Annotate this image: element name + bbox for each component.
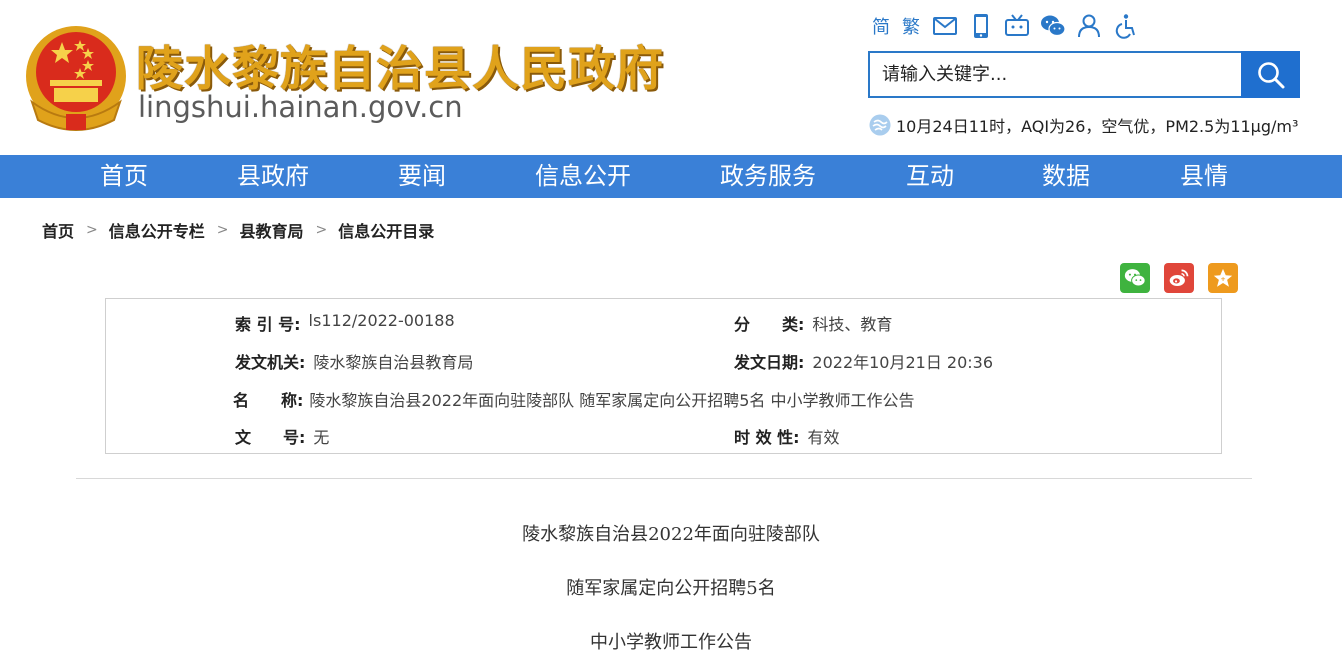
header-toolbar: 简 繁 bbox=[872, 12, 1148, 40]
search-input[interactable] bbox=[868, 51, 1241, 98]
issuer-label: 发文机关: bbox=[235, 353, 306, 372]
breadcrumb-home[interactable]: 首页 bbox=[42, 218, 74, 242]
accessibility-icon[interactable] bbox=[1112, 12, 1148, 40]
site-title: 陵水黎族自治县人民政府 bbox=[136, 42, 664, 97]
issue-date-row: 发文日期: 2022年10月21日 20:36 bbox=[734, 349, 993, 373]
nav-item-news[interactable]: 要闻 bbox=[398, 155, 446, 198]
nav-item-county-profile[interactable]: 县情 bbox=[1180, 155, 1228, 198]
document-name-label: 名 称: bbox=[233, 391, 304, 410]
article-title-line: 随军家属定向公开招聘5名 bbox=[566, 578, 776, 599]
star-icon: + bbox=[1213, 268, 1233, 287]
mail-icon[interactable] bbox=[932, 12, 968, 40]
category-row: 分 类: 科技、教育 bbox=[734, 311, 892, 335]
site-header: 陵水黎族自治县人民政府 lingshui.hainan.gov.cn 简 繁 请… bbox=[0, 0, 1342, 155]
user-icon[interactable] bbox=[1076, 12, 1112, 40]
breadcrumb-separator: > bbox=[216, 222, 229, 238]
article-title-line: 陵水黎族自治县2022年面向驻陵部队 bbox=[522, 524, 820, 545]
index-number-row: 索 引 号: ls112/2022-00188 bbox=[235, 311, 455, 335]
weibo-icon bbox=[1169, 269, 1189, 287]
search-button[interactable] bbox=[1241, 51, 1300, 98]
issue-date-value: 2022年10月21日 20:36 bbox=[812, 353, 994, 372]
svg-text:+: + bbox=[1220, 275, 1225, 283]
air-quality-info: 10月24日11时，AQI为26，空气优，PM2.5为11μg/m³ bbox=[868, 112, 1298, 138]
document-name-value: 陵水黎族自治县2022年面向驻陵部队 随军家属定向公开招聘5名 中小学教师工作公… bbox=[309, 391, 915, 410]
nav-item-county-government[interactable]: 县政府 bbox=[237, 155, 309, 198]
document-number-label: 文 号: bbox=[235, 428, 306, 447]
validity-label: 时 效 性: bbox=[734, 428, 800, 447]
main-nav: 首页 县政府 要闻 信息公开 政务服务 互动 数据 县情 bbox=[0, 155, 1342, 198]
wechat-icon[interactable] bbox=[1040, 12, 1076, 40]
favorite-button[interactable]: + bbox=[1208, 263, 1238, 293]
document-number-row: 文 号: 无 bbox=[235, 424, 329, 448]
breadcrumb-separator: > bbox=[86, 222, 98, 238]
category-label: 分 类: bbox=[734, 315, 805, 334]
breadcrumb: 首页 > 信息公开专栏 > 县教育局 > 信息公开目录 bbox=[42, 218, 434, 242]
category-value: 科技、教育 bbox=[812, 315, 893, 334]
traditional-chinese-link[interactable]: 繁 bbox=[902, 13, 932, 39]
document-metadata-panel: 索 引 号: ls112/2022-00188 分 类: 科技、教育 发文机关:… bbox=[105, 298, 1222, 454]
nav-item-home[interactable]: 首页 bbox=[100, 155, 148, 198]
tv-icon[interactable] bbox=[1004, 12, 1040, 40]
content-divider bbox=[76, 478, 1252, 479]
site-domain: lingshui.hainan.gov.cn bbox=[138, 90, 463, 124]
search-icon bbox=[1257, 61, 1284, 88]
breadcrumb-info-column[interactable]: 信息公开专栏 bbox=[109, 218, 205, 242]
search-bar bbox=[868, 51, 1300, 98]
issuer-value: 陵水黎族自治县教育局 bbox=[313, 353, 474, 372]
breadcrumb-separator: > bbox=[315, 222, 328, 238]
nav-item-information-disclosure[interactable]: 信息公开 bbox=[535, 155, 631, 198]
nav-item-government-services[interactable]: 政务服务 bbox=[720, 155, 816, 198]
share-weibo-button[interactable] bbox=[1164, 263, 1194, 293]
article-title-line: 中小学教师工作公告 bbox=[590, 632, 752, 653]
index-number-label: 索 引 号: bbox=[235, 315, 301, 334]
national-emblem-icon bbox=[22, 22, 130, 134]
wechat-icon bbox=[1124, 269, 1146, 287]
document-name-row: 名 称: 陵水黎族自治县2022年面向驻陵部队 随军家属定向公开招聘5名 中小学… bbox=[233, 387, 914, 411]
simplified-chinese-link[interactable]: 简 bbox=[872, 13, 902, 39]
document-number-value: 无 bbox=[313, 428, 330, 447]
share-wechat-button[interactable] bbox=[1120, 263, 1150, 293]
breadcrumb-info-catalog[interactable]: 信息公开目录 bbox=[338, 218, 434, 242]
issue-date-label: 发文日期: bbox=[734, 353, 805, 372]
air-quality-icon bbox=[869, 114, 891, 136]
validity-value: 有效 bbox=[807, 428, 840, 447]
breadcrumb-education-bureau[interactable]: 县教育局 bbox=[240, 218, 304, 242]
air-quality-text: 10月24日11时，AQI为26，空气优，PM2.5为11μg/m³ bbox=[896, 117, 1299, 136]
nav-item-data[interactable]: 数据 bbox=[1042, 155, 1090, 198]
validity-row: 时 效 性: 有效 bbox=[734, 424, 840, 448]
nav-item-interaction[interactable]: 互动 bbox=[906, 155, 954, 198]
issuer-row: 发文机关: 陵水黎族自治县教育局 bbox=[235, 349, 473, 373]
mobile-icon[interactable] bbox=[968, 12, 1004, 40]
index-number-value: ls112/2022-00188 bbox=[308, 311, 455, 330]
